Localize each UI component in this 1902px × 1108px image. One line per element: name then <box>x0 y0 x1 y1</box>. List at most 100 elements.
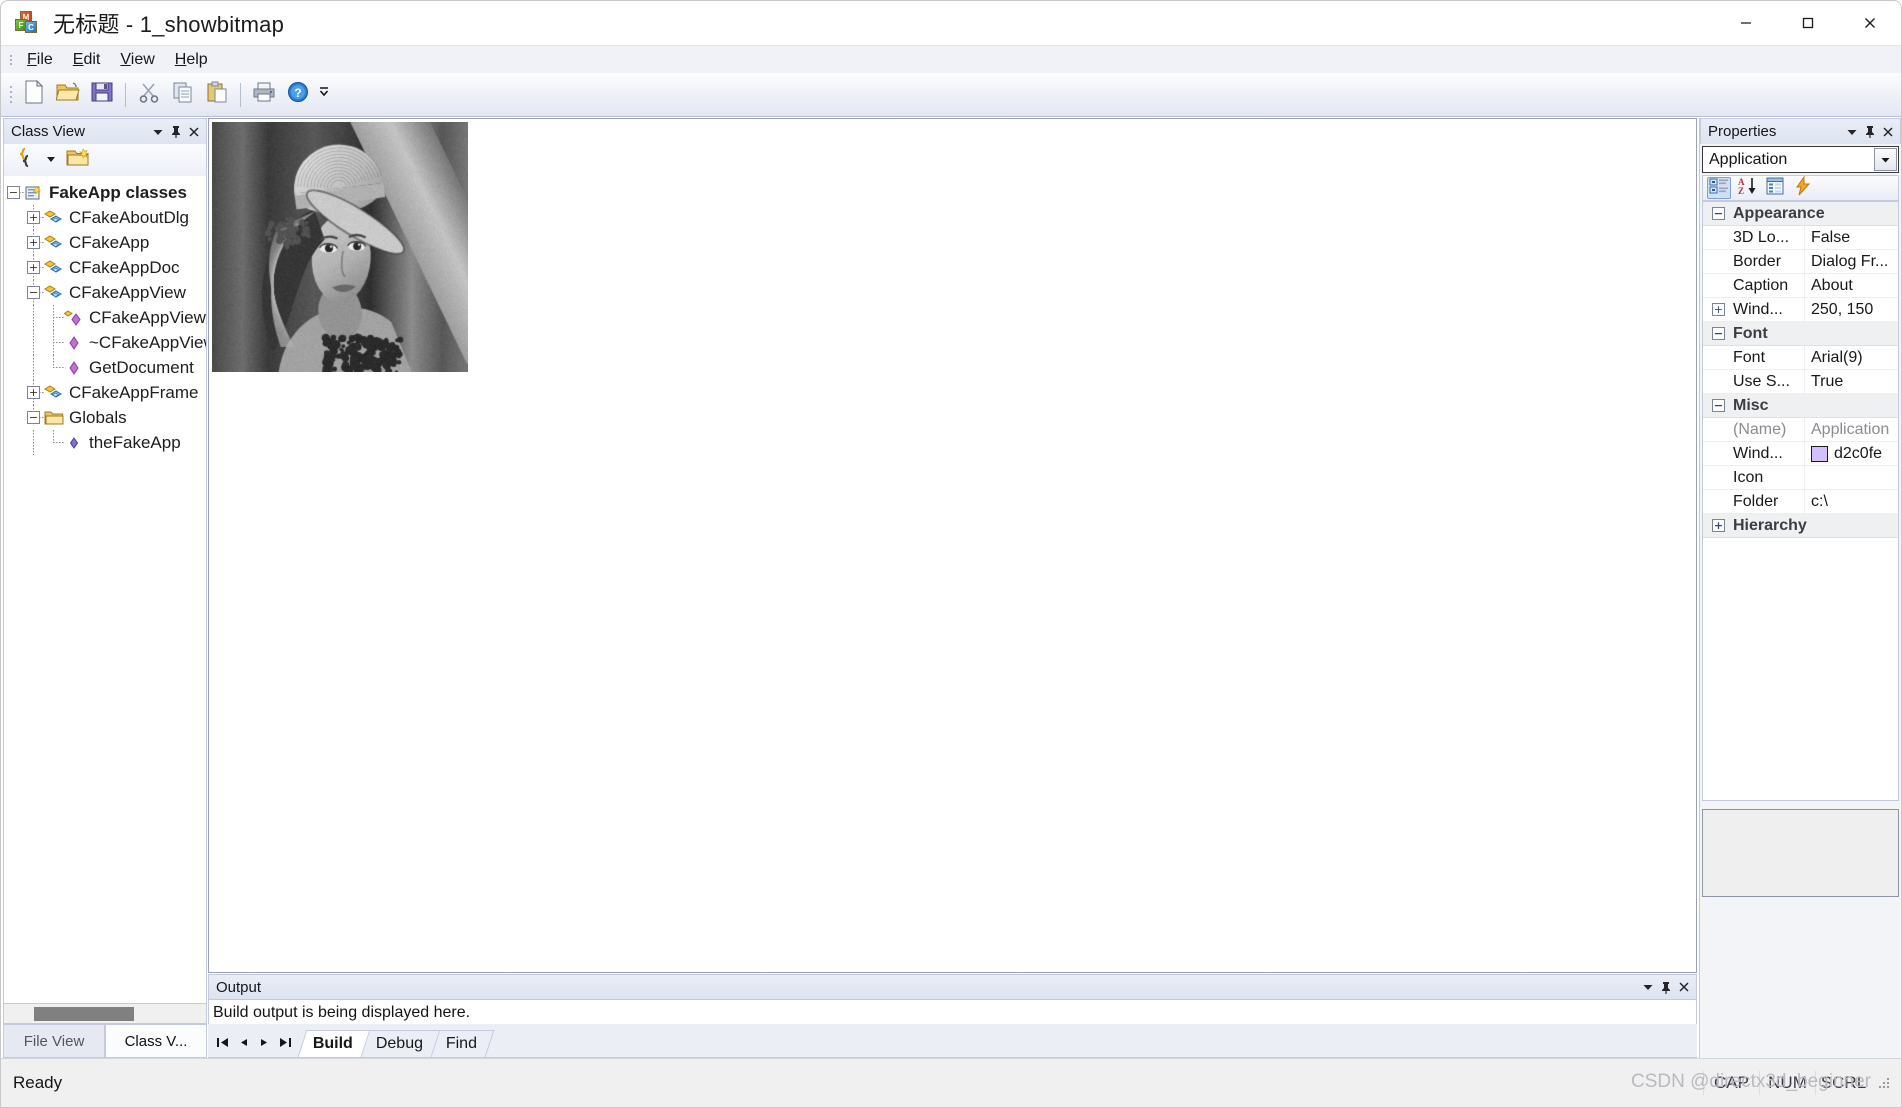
tree-item[interactable]: + CFakeAboutDlg <box>4 205 206 230</box>
cut-button[interactable] <box>134 79 164 111</box>
tab-debug[interactable]: Debug <box>362 1030 441 1057</box>
class-view-dropdown-button[interactable] <box>42 147 60 173</box>
class-view-horizontal-scrollbar[interactable] <box>3 1004 207 1024</box>
tab-class-view[interactable]: Class V... <box>105 1024 207 1057</box>
properties-object-combo[interactable]: Application <box>1702 146 1899 173</box>
property-value[interactable]: c:\ <box>1805 490 1898 513</box>
property-row[interactable]: Border Dialog Fr... <box>1703 250 1898 274</box>
property-value[interactable] <box>1805 466 1898 489</box>
tab-build[interactable]: Build <box>298 1030 371 1057</box>
expand-toggle[interactable]: + <box>27 386 40 399</box>
first-button[interactable] <box>214 1034 231 1051</box>
svg-text:Z: Z <box>1738 186 1744 196</box>
menu-item-view[interactable]: View <box>110 49 164 71</box>
menu-item-file[interactable]: File <box>17 49 63 71</box>
expand-toggle[interactable]: + <box>1712 303 1725 316</box>
new-button[interactable] <box>19 79 49 111</box>
expand-toggle[interactable]: + <box>1712 519 1725 532</box>
property-row[interactable]: Wind... d2c0fe <box>1703 442 1898 466</box>
new-folder-button[interactable] <box>62 147 94 173</box>
tab-file-view[interactable]: File View <box>3 1024 105 1057</box>
collapse-toggle[interactable]: − <box>1712 399 1725 412</box>
panel-close-button[interactable] <box>1675 978 1693 996</box>
expand-toggle[interactable]: + <box>27 211 40 224</box>
close-button[interactable] <box>1839 1 1901 45</box>
properties-grid[interactable]: − Appearance 3D Lo... False Border Dialog Fr.… <box>1702 201 1899 801</box>
property-row[interactable]: Icon <box>1703 466 1898 490</box>
panel-menu-button[interactable] <box>1843 123 1861 141</box>
tree-item[interactable]: − Globals <box>4 405 206 430</box>
property-row[interactable]: Font Arial(9) <box>1703 346 1898 370</box>
property-value[interactable]: d2c0fe <box>1805 442 1898 465</box>
document-view[interactable] <box>208 118 1697 973</box>
tree-item[interactable]: ~CFakeAppView <box>4 330 206 355</box>
property-row[interactable]: Caption About <box>1703 274 1898 298</box>
collapse-toggle[interactable]: − <box>27 286 40 299</box>
property-value[interactable]: 250, 150 <box>1805 298 1898 321</box>
panel-close-button[interactable] <box>185 123 203 141</box>
tree-item[interactable]: GetDocument <box>4 355 206 380</box>
tab-find[interactable]: Find <box>432 1030 495 1057</box>
property-row[interactable]: (Name) Application <box>1703 418 1898 442</box>
property-value[interactable]: About <box>1805 274 1898 297</box>
panel-pin-button[interactable] <box>1861 123 1879 141</box>
alphabetical-button[interactable]: A Z <box>1735 177 1759 199</box>
tree-item[interactable]: + CFakeApp <box>4 230 206 255</box>
class-view-tree[interactable]: − FakeApp classes + CFakeAboutDlg + CFakeApp +… <box>3 176 207 1004</box>
scrollbar-thumb[interactable] <box>34 1007 134 1021</box>
categorized-button[interactable] <box>1707 177 1731 199</box>
tree-item[interactable]: − CFakeAppView <box>4 280 206 305</box>
property-value[interactable]: False <box>1805 226 1898 249</box>
panel-menu-button[interactable] <box>1639 978 1657 996</box>
tree-item[interactable]: CFakeAppView <box>4 305 206 330</box>
property-category[interactable]: + Hierarchy <box>1703 514 1898 538</box>
property-row[interactable]: Folder c:\ <box>1703 490 1898 514</box>
toolbar-overflow-button[interactable] <box>317 79 331 111</box>
previous-button[interactable] <box>235 1034 252 1051</box>
collapse-toggle[interactable]: − <box>7 186 20 199</box>
property-value[interactable]: Dialog Fr... <box>1805 250 1898 273</box>
events-button[interactable] <box>1791 177 1815 199</box>
menu-item-edit[interactable]: Edit <box>63 49 111 71</box>
resize-grip[interactable] <box>1877 1076 1891 1090</box>
menu-grip-handle[interactable] <box>5 52 17 68</box>
tree-item[interactable]: − FakeApp classes <box>4 180 206 205</box>
tree-item[interactable]: theFakeApp <box>4 430 206 455</box>
minimize-button[interactable] <box>1715 1 1777 45</box>
property-category[interactable]: − Appearance <box>1703 202 1898 226</box>
panel-close-button[interactable] <box>1879 123 1897 141</box>
tree-item[interactable]: + CFakeAppFrame <box>4 380 206 405</box>
print-button[interactable] <box>249 79 279 111</box>
panel-pin-button[interactable] <box>167 123 185 141</box>
property-value[interactable]: Arial(9) <box>1805 346 1898 369</box>
property-row[interactable]: 3D Lo... False <box>1703 226 1898 250</box>
property-value[interactable]: True <box>1805 370 1898 393</box>
last-button[interactable] <box>277 1034 294 1051</box>
class-icon <box>44 209 64 227</box>
panel-menu-button[interactable] <box>149 123 167 141</box>
tree-item[interactable]: + CFakeAppDoc <box>4 255 206 280</box>
save-button[interactable] <box>87 79 117 111</box>
maximize-button[interactable] <box>1777 1 1839 45</box>
class-view-sort-button[interactable] <box>12 147 40 173</box>
chevron-down-icon[interactable] <box>1874 148 1897 171</box>
property-row[interactable]: Use S... True <box>1703 370 1898 394</box>
property-row[interactable]: + Wind... 250, 150 <box>1703 298 1898 322</box>
collapse-toggle[interactable]: − <box>27 411 40 424</box>
property-pages-button[interactable] <box>1763 177 1787 199</box>
expand-toggle[interactable]: + <box>27 261 40 274</box>
help-button[interactable]: ? <box>283 79 313 111</box>
paste-button[interactable] <box>202 79 232 111</box>
toolbar-grip-handle[interactable] <box>5 84 17 106</box>
next-button[interactable] <box>256 1034 273 1051</box>
collapse-toggle[interactable]: − <box>1712 327 1725 340</box>
property-category[interactable]: − Misc <box>1703 394 1898 418</box>
open-button[interactable] <box>53 79 83 111</box>
property-value[interactable]: Application <box>1805 418 1898 441</box>
property-category[interactable]: − Font <box>1703 322 1898 346</box>
panel-pin-button[interactable] <box>1657 978 1675 996</box>
expand-toggle[interactable]: + <box>27 236 40 249</box>
copy-button[interactable] <box>168 79 198 111</box>
collapse-toggle[interactable]: − <box>1712 207 1725 220</box>
menu-item-help[interactable]: Help <box>165 49 218 71</box>
